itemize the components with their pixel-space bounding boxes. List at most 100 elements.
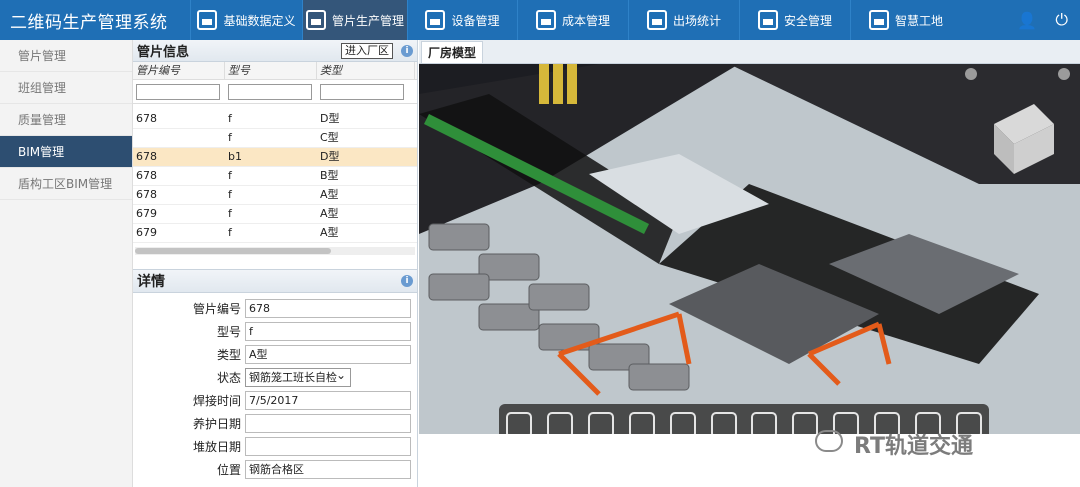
sidebar-item-segment-management[interactable]: 管片管理 xyxy=(0,40,132,72)
tab-factory-model[interactable]: 厂房模型 xyxy=(421,40,484,63)
cell-type: C型 xyxy=(320,131,339,144)
sidebar-item-quality-management[interactable]: 质量管理 xyxy=(0,104,132,136)
type-input[interactable]: A型 xyxy=(245,345,411,364)
table-row-selected[interactable]: 678 b1 D型 xyxy=(133,148,417,167)
person-icon xyxy=(425,10,446,30)
cell-type: B型 xyxy=(320,169,339,182)
truck-icon xyxy=(757,10,778,30)
nav-segment-production[interactable]: 管片生产管理 xyxy=(302,0,407,40)
cell-model: f xyxy=(228,207,232,220)
nav-label: 安全管理 xyxy=(783,13,832,28)
stack-date-input[interactable] xyxy=(245,437,411,456)
nav-label: 出场统计 xyxy=(672,13,721,28)
table-filters xyxy=(133,80,417,104)
field-segment-code: 管片编号 678 xyxy=(133,297,417,320)
model-input[interactable]: f xyxy=(245,322,411,341)
location-input[interactable]: 钢筋合格区 xyxy=(245,460,411,479)
table-row[interactable]: 679 f A型 xyxy=(133,205,417,224)
sidebar-item-bim-management[interactable]: BIM管理 xyxy=(0,136,132,168)
table-row[interactable]: f C型 xyxy=(133,129,417,148)
field-status: 状态 钢筋笼工班长自检 xyxy=(133,366,417,389)
cell-model: f xyxy=(228,188,232,201)
measure-icon[interactable] xyxy=(751,412,778,434)
field-label: 位置 xyxy=(216,463,241,477)
table-row[interactable]: 678 f A型 xyxy=(133,186,417,205)
explode-model-icon[interactable] xyxy=(792,412,819,434)
cell-code: 678 xyxy=(136,188,157,201)
info-icon[interactable]: i xyxy=(401,275,413,287)
table-row[interactable]: 678 f D型 xyxy=(133,110,417,129)
table-body: 678 f D型 f C型 678 b1 D型 678 f B型 678 f A… xyxy=(133,110,417,243)
info-icon[interactable]: i xyxy=(401,44,413,57)
cell-type: A型 xyxy=(320,226,339,239)
table-horizontal-scrollbar[interactable] xyxy=(135,247,415,255)
filter-model-input[interactable] xyxy=(228,84,312,100)
top-navbar: 二维码生产管理系统 基础数据定义 管片生产管理 设备管理 成本管理 出场统计 安… xyxy=(0,0,1080,40)
nav-basic-data[interactable]: 基础数据定义 xyxy=(190,0,302,40)
col-header-type[interactable]: 类型 xyxy=(317,62,415,79)
user-icon[interactable]: 👤 xyxy=(1017,11,1037,30)
cell-code: 678 xyxy=(136,169,157,182)
nav-equipment[interactable]: 设备管理 xyxy=(407,0,517,40)
cell-type: A型 xyxy=(320,207,339,220)
filter-code-input[interactable] xyxy=(136,84,220,100)
cell-model: f xyxy=(228,112,232,125)
cell-type: D型 xyxy=(320,112,340,125)
cell-type: D型 xyxy=(320,150,340,163)
detail-title: 详情 xyxy=(137,274,165,290)
col-header-model[interactable]: 型号 xyxy=(225,62,317,79)
weld-time-input[interactable]: 7/5/2017 xyxy=(245,391,411,410)
power-icon[interactable]: ⏻ xyxy=(1055,10,1068,30)
nav-label: 基础数据定义 xyxy=(223,13,296,28)
cell-model: b1 xyxy=(228,150,242,163)
wechat-icon xyxy=(815,430,843,452)
nav-exit-stats[interactable]: 出场统计 xyxy=(628,0,739,40)
cell-model: f xyxy=(228,131,232,144)
nav-label: 成本管理 xyxy=(561,13,610,28)
segment-info-header: 管片信息 进入厂区 i xyxy=(133,40,417,62)
detail-form: 管片编号 678 型号 f 类型 A型 状态 钢筋笼工班长自检 焊接时间 7/5… xyxy=(133,293,417,481)
section-box-icon[interactable] xyxy=(710,412,737,434)
sidebar-item-team-management[interactable]: 班组管理 xyxy=(0,72,132,104)
cell-code: 678 xyxy=(136,112,157,125)
table-row[interactable]: 678 f B型 xyxy=(133,167,417,186)
nav-label: 管片生产管理 xyxy=(331,13,404,28)
view-tabbar: 厂房模型 xyxy=(419,40,1080,64)
panel-title: 管片信息 xyxy=(137,45,190,60)
truck-icon xyxy=(535,10,556,30)
field-weld-time: 焊接时间 7/5/2017 xyxy=(133,389,417,412)
bim-scene[interactable] xyxy=(419,64,1080,434)
filter-type-input[interactable] xyxy=(320,84,404,100)
watermark-text: RT轨道交通 xyxy=(854,434,973,459)
segment-code-input[interactable]: 678 xyxy=(245,299,411,318)
scrollbar-thumb[interactable] xyxy=(135,248,331,254)
zoom-fit-icon[interactable] xyxy=(588,412,615,434)
focus-icon[interactable] xyxy=(669,412,696,434)
truck-icon xyxy=(646,10,667,30)
bar-chart-icon xyxy=(197,10,218,30)
orbit-icon[interactable] xyxy=(506,412,533,434)
app-title: 二维码生产管理系统 xyxy=(0,0,190,40)
sidebar-item-shield-bim[interactable]: 盾构工区BIM管理 xyxy=(0,168,132,200)
nav-label: 智慧工地 xyxy=(894,13,943,28)
nav-label: 设备管理 xyxy=(451,13,500,28)
field-model: 型号 f xyxy=(133,320,417,343)
nav-smart-site[interactable]: 智慧工地 xyxy=(850,0,961,40)
nav-cost[interactable]: 成本管理 xyxy=(517,0,628,40)
status-select[interactable]: 钢筋笼工班长自检 xyxy=(245,367,351,387)
cell-code: 679 xyxy=(136,207,157,220)
col-header-code[interactable]: 管片编号 xyxy=(133,62,225,79)
factory-3d-view: 厂房模型 RT轨道交通 xyxy=(419,40,1080,487)
curing-date-input[interactable] xyxy=(245,414,411,433)
first-person-icon[interactable] xyxy=(628,412,655,434)
enter-factory-button[interactable]: 进入厂区 xyxy=(341,42,393,59)
nav-safety[interactable]: 安全管理 xyxy=(739,0,850,40)
field-location: 位置 钢筋合格区 xyxy=(133,458,417,481)
pan-hand-icon[interactable] xyxy=(547,412,574,434)
cell-type: A型 xyxy=(320,188,339,201)
table-row[interactable]: 679 f A型 xyxy=(133,224,417,243)
detail-header: 详情 i xyxy=(133,269,417,293)
field-curing-date: 养护日期 xyxy=(133,412,417,435)
field-label: 堆放日期 xyxy=(192,440,241,454)
field-stack-date: 堆放日期 xyxy=(133,435,417,458)
